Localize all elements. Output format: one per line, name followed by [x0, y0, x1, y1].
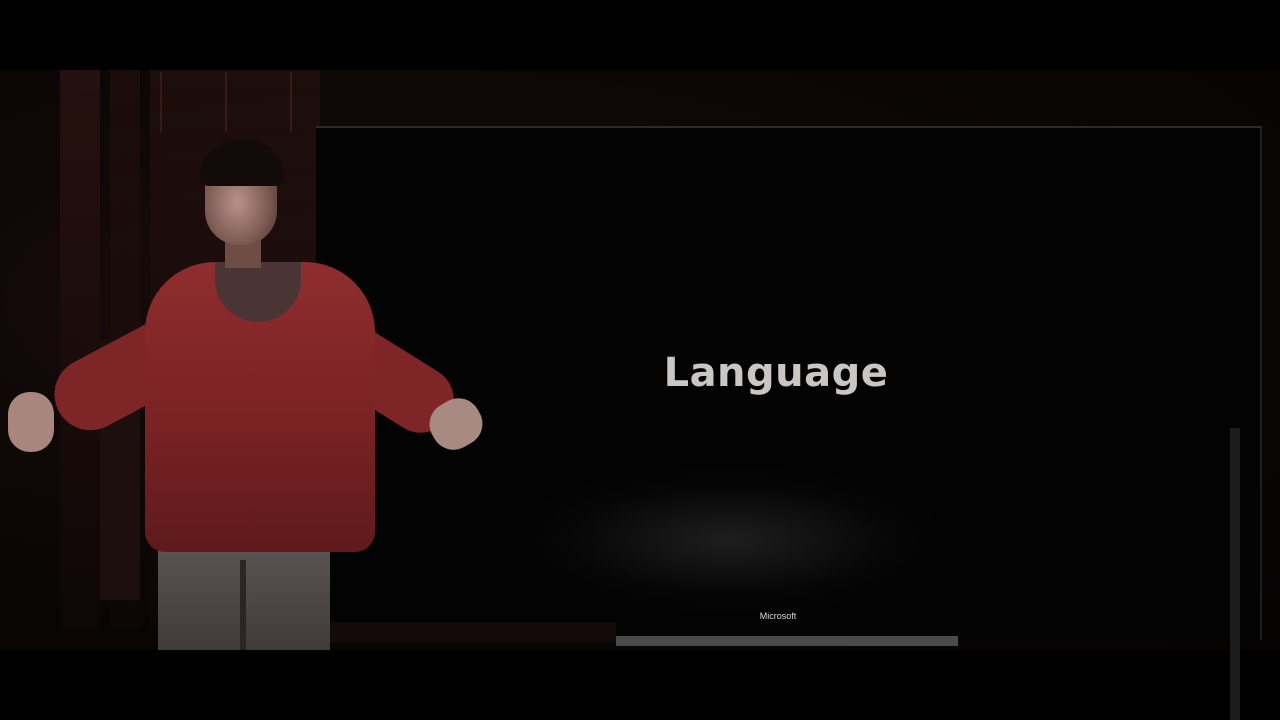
speaker-left-hand [8, 392, 54, 452]
screen-glow [520, 470, 940, 610]
speaker-legs-gap [240, 560, 246, 650]
screen-side-strip [1230, 428, 1240, 720]
brand-label: Microsoft [759, 611, 797, 621]
panel-stripe [225, 72, 227, 132]
screen-base [616, 636, 958, 646]
slide-title: Language [663, 350, 889, 396]
panel-stripe [290, 72, 292, 132]
video-frame: Language Microsoft [0, 0, 1280, 720]
floor-band [316, 622, 616, 642]
panel-stripe [160, 72, 162, 132]
wood-panel [60, 70, 100, 630]
